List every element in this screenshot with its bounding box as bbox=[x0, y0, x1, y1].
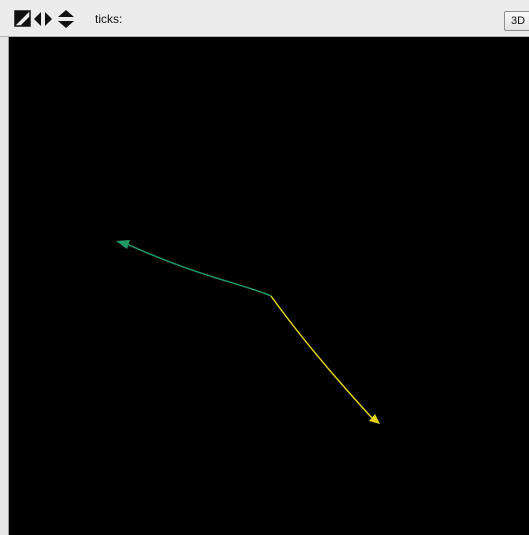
pan-vertical-icon[interactable] bbox=[56, 10, 76, 28]
view-3d-button[interactable]: 3D bbox=[504, 11, 529, 31]
vector-canvas bbox=[116, 240, 380, 424]
green-vector bbox=[116, 240, 272, 297]
plot-toolbar: ticks: 3D bbox=[0, 0, 529, 37]
yellow-vector bbox=[270, 295, 380, 424]
plot-viewport[interactable] bbox=[9, 37, 529, 535]
green-arrowhead-icon bbox=[116, 240, 130, 249]
ticks-label: ticks: bbox=[95, 12, 123, 26]
reset-view-icon[interactable] bbox=[14, 10, 32, 28]
pan-horizontal-icon[interactable] bbox=[33, 10, 53, 28]
left-border bbox=[0, 37, 9, 535]
plot-window: ticks: 3D bbox=[0, 0, 529, 535]
